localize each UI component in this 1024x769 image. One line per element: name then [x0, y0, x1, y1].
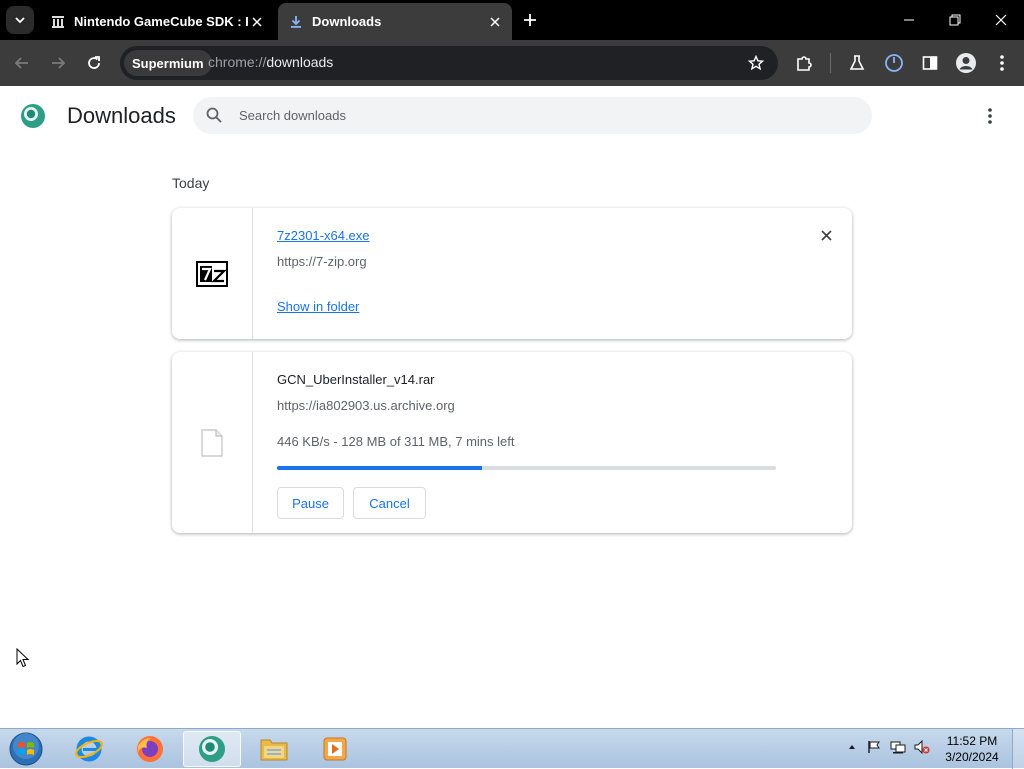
plus-icon — [524, 14, 536, 26]
url-host: downloads — [266, 54, 334, 70]
tab-downloads[interactable]: Downloads — [278, 3, 512, 40]
download-progress-bar — [277, 466, 776, 470]
avatar-icon — [956, 53, 976, 73]
gauge-icon — [885, 54, 903, 72]
toolbar-separator — [830, 53, 831, 73]
action-center-icon[interactable] — [866, 739, 882, 755]
mouse-cursor-icon — [16, 648, 30, 668]
page-more-actions-button[interactable] — [978, 104, 1002, 128]
media-player-icon — [323, 737, 347, 761]
search-icon — [206, 107, 222, 123]
reload-button[interactable] — [82, 51, 106, 75]
chevron-down-icon — [15, 17, 25, 24]
file-icon-area — [172, 352, 253, 533]
show-desktop-button[interactable] — [1012, 729, 1024, 769]
taskbar-supermium[interactable] — [183, 731, 241, 767]
arrow-right-icon — [52, 57, 66, 69]
tab-strip: Nintendo GameCube SDK : Free Downloads — [0, 0, 1024, 40]
tab-search-button[interactable] — [6, 6, 34, 34]
close-tab-icon[interactable] — [486, 13, 504, 31]
file-source-url[interactable]: https://7-zip.org — [277, 254, 367, 269]
new-tab-button[interactable] — [520, 10, 540, 30]
volume-muted-icon[interactable] — [914, 739, 930, 755]
chevron-up-icon — [849, 745, 855, 749]
windows-start-orb-icon — [9, 732, 43, 766]
tab-title: Nintendo GameCube SDK : Free — [74, 14, 248, 29]
flag-icon — [868, 741, 880, 753]
star-icon — [748, 55, 764, 71]
arrow-left-icon — [14, 57, 28, 69]
restore-button[interactable] — [932, 0, 978, 40]
start-button[interactable] — [6, 730, 46, 768]
restore-icon — [949, 14, 961, 26]
taskbar-firefox[interactable] — [121, 731, 179, 767]
toolbar: Supermium chrome://downloads — [0, 40, 1024, 86]
network-icon — [890, 741, 906, 754]
firefox-icon — [137, 736, 163, 762]
side-panel-button[interactable] — [918, 51, 942, 75]
download-status-text: 446 KB/s - 128 MB of 311 MB, 7 mins left — [277, 434, 515, 449]
search-bar[interactable] — [193, 97, 872, 134]
taskbar: 11:52 PM 3/20/2024 — [0, 728, 1024, 769]
file-icon-area — [172, 208, 253, 339]
back-button[interactable] — [10, 51, 34, 75]
pause-button[interactable]: Pause — [277, 487, 344, 519]
address-bar[interactable]: Supermium chrome://downloads — [120, 46, 778, 80]
close-icon — [995, 14, 1007, 26]
url-text[interactable]: chrome://downloads — [208, 54, 333, 70]
side-panel-icon — [922, 56, 938, 70]
download-icon — [288, 14, 304, 30]
more-vert-icon — [988, 108, 992, 124]
close-icon — [820, 229, 832, 241]
bookmark-star-button[interactable] — [746, 53, 766, 73]
download-progress-fill — [277, 466, 482, 470]
download-item: GCN_UberInstaller_v14.rar https://ia8029… — [172, 352, 852, 533]
more-vert-icon — [1000, 55, 1004, 71]
file-source-url[interactable]: https://ia802903.us.archive.org — [277, 398, 455, 413]
file-icon — [201, 428, 223, 457]
file-name: GCN_UberInstaller_v14.rar — [277, 372, 435, 387]
remove-download-button[interactable] — [816, 225, 836, 245]
flask-icon — [849, 55, 865, 70]
taskbar-file-explorer[interactable] — [245, 731, 303, 767]
internet-explorer-icon — [75, 736, 103, 762]
puzzle-icon — [797, 56, 812, 71]
minimize-button[interactable] — [886, 0, 932, 40]
download-item: 7z2301-x64.exe https://7-zip.org Show in… — [172, 208, 852, 339]
supermium-logo-icon — [21, 104, 45, 128]
tab-title: Downloads — [312, 14, 382, 29]
close-tab-icon[interactable] — [248, 13, 266, 31]
labs-button[interactable] — [845, 51, 869, 75]
date-section-label: Today — [172, 175, 210, 191]
7z-icon — [196, 260, 228, 287]
performance-button[interactable] — [882, 51, 906, 75]
archive-org-icon — [50, 14, 66, 30]
tab-gamecube-sdk[interactable]: Nintendo GameCube SDK : Free — [40, 3, 274, 40]
search-input[interactable] — [239, 97, 839, 134]
show-in-folder-link[interactable]: Show in folder — [277, 299, 359, 314]
taskbar-media-player[interactable] — [307, 731, 365, 767]
folder-icon — [260, 739, 288, 761]
profile-button[interactable] — [954, 51, 978, 75]
clock-date: 3/20/2024 — [945, 750, 999, 764]
taskbar-clock[interactable]: 11:52 PM 3/20/2024 — [936, 733, 1008, 765]
show-hidden-icons-button[interactable] — [844, 739, 860, 755]
file-name-link[interactable]: 7z2301-x64.exe — [277, 228, 370, 243]
close-window-button[interactable] — [978, 0, 1024, 40]
reload-icon — [88, 56, 100, 69]
taskbar-internet-explorer[interactable] — [60, 731, 118, 767]
minimize-icon — [904, 19, 914, 21]
supermium-icon — [199, 736, 225, 762]
extensions-button[interactable] — [792, 51, 816, 75]
menu-button[interactable] — [990, 51, 1014, 75]
cancel-button[interactable]: Cancel — [353, 487, 426, 519]
network-icon[interactable] — [890, 739, 906, 755]
forward-button[interactable] — [46, 51, 70, 75]
browser-chip[interactable]: Supermium — [124, 50, 212, 76]
speaker-muted-icon — [914, 740, 930, 754]
page-title: Downloads — [67, 103, 176, 128]
clock-time: 11:52 PM — [946, 734, 998, 748]
url-scheme: chrome:// — [208, 54, 267, 70]
